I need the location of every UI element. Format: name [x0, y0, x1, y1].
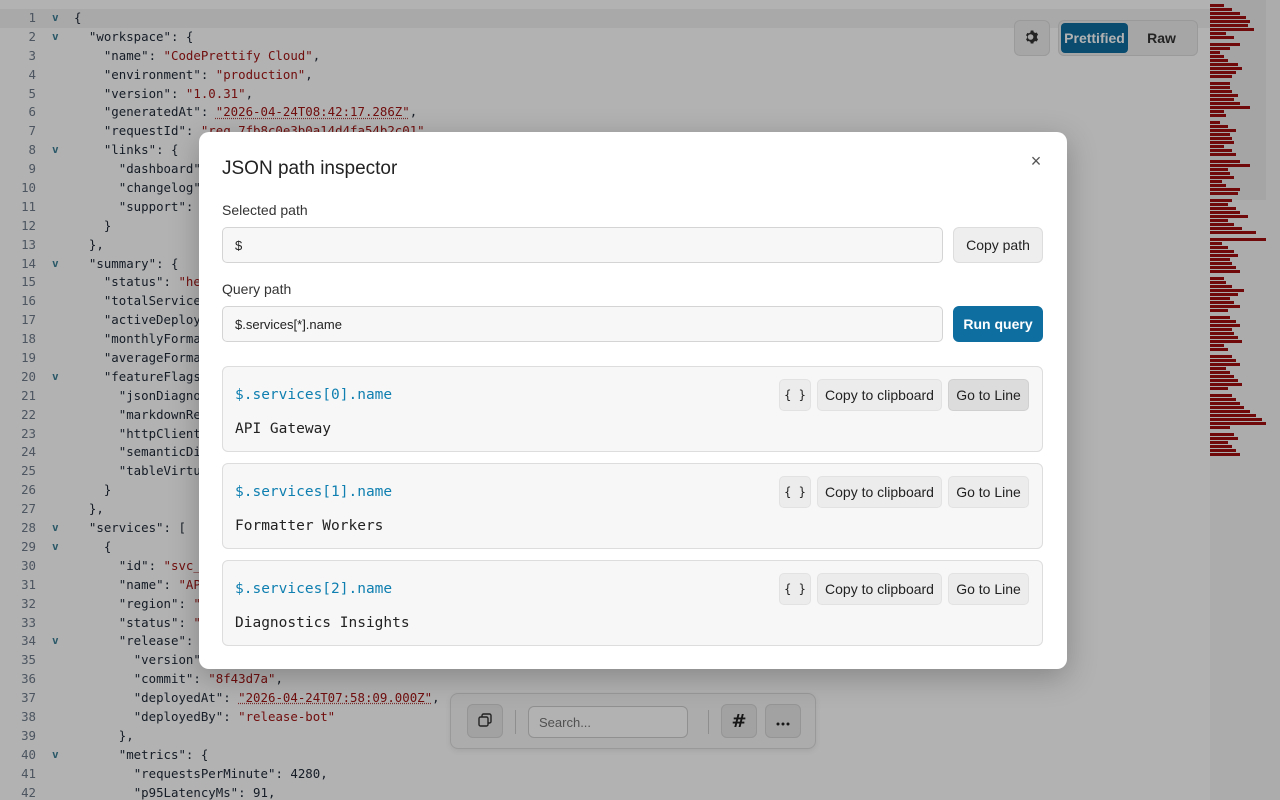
close-icon: ×	[1030, 151, 1042, 171]
result-path: $.services[2].name	[235, 581, 393, 597]
view-json-button[interactable]: { }	[779, 476, 811, 508]
dialog-title: JSON path inspector	[222, 158, 398, 179]
view-json-button[interactable]: { }	[779, 379, 811, 411]
run-query-button[interactable]: Run query	[953, 306, 1043, 342]
selected-path-label: Selected path	[222, 202, 308, 218]
go-to-line-button[interactable]: Go to Line	[948, 476, 1029, 508]
query-result-item: $.services[1].name Formatter Workers { }…	[222, 463, 1043, 549]
result-value: Diagnostics Insights	[235, 615, 410, 631]
close-button[interactable]: ×	[1025, 150, 1047, 172]
json-path-inspector-dialog: JSON path inspector × Selected path Copy…	[199, 132, 1067, 669]
go-to-line-button[interactable]: Go to Line	[948, 573, 1029, 605]
query-path-input[interactable]	[222, 306, 943, 342]
go-to-line-button[interactable]: Go to Line	[948, 379, 1029, 411]
result-path: $.services[0].name	[235, 387, 393, 403]
copy-path-button[interactable]: Copy path	[953, 227, 1043, 263]
copy-to-clipboard-button[interactable]: Copy to clipboard	[817, 379, 942, 411]
copy-to-clipboard-button[interactable]: Copy to clipboard	[817, 476, 942, 508]
selected-path-input[interactable]	[222, 227, 943, 263]
query-result-item: $.services[2].name Diagnostics Insights …	[222, 560, 1043, 646]
result-path: $.services[1].name	[235, 484, 393, 500]
query-result-item: $.services[0].name API Gateway { } Copy …	[222, 366, 1043, 452]
view-json-button[interactable]: { }	[779, 573, 811, 605]
result-value: API Gateway	[235, 421, 332, 437]
result-value: Formatter Workers	[235, 518, 384, 534]
query-path-label: Query path	[222, 281, 292, 297]
copy-to-clipboard-button[interactable]: Copy to clipboard	[817, 573, 942, 605]
